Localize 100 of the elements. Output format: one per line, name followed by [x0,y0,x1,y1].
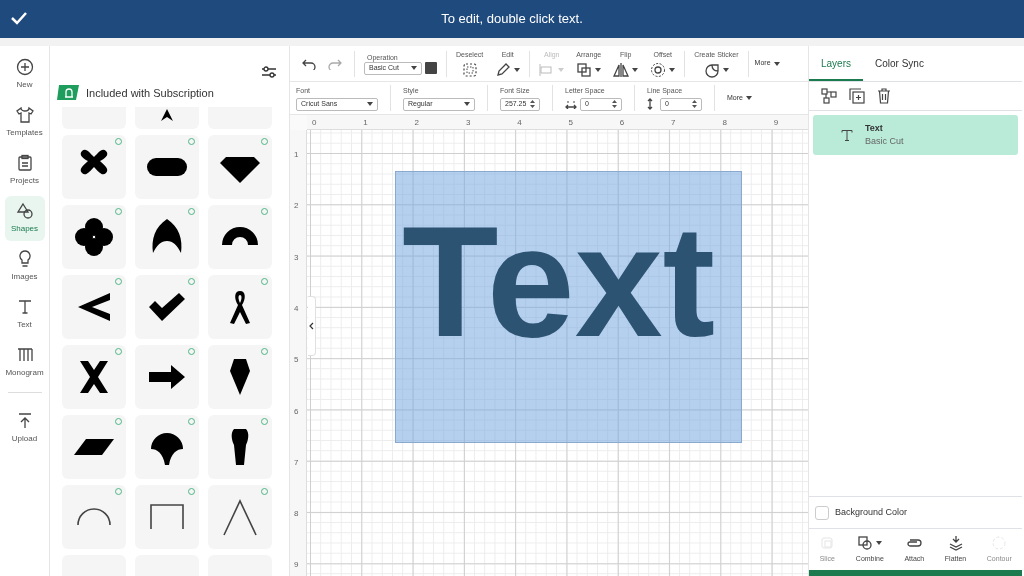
shapes-icon [15,202,34,220]
monogram-icon [15,346,34,364]
subscription-badge-icon [188,487,195,495]
bracket-line-icon [150,503,184,530]
shape-tile[interactable] [208,134,272,199]
shape-tile[interactable] [62,484,126,549]
clipboard-icon [15,154,34,172]
ruler-number: 7 [671,117,676,129]
shape-tile[interactable] [208,414,272,479]
subscription-badge-icon [188,347,195,355]
shape-tile[interactable] [208,484,272,549]
trash-icon[interactable] [877,88,891,104]
shape-tile[interactable] [62,274,126,339]
spinner-arrows-icon [692,100,697,108]
shape-tile[interactable] [62,204,126,269]
shirt-icon [15,106,34,124]
offset-icon [650,61,667,78]
text-selection-box[interactable]: Text [395,171,742,443]
shape-tile[interactable] [135,274,199,339]
nav-item[interactable]: New [4,52,45,97]
subscription-label: Included with Subscription [86,85,214,101]
subscription-badge-icon [115,417,122,425]
caret-icon [411,66,417,70]
layer-item[interactable]: Text Basic Cut [813,115,1018,155]
shape-tile[interactable] [62,414,126,479]
checkbox-label: Background Color [835,505,908,519]
shape-tile[interactable] [208,204,272,269]
panel-tab[interactable]: Color Sync [863,46,936,81]
canvas-text[interactable]: Text [402,202,716,360]
caret-icon [595,67,602,72]
pencil-icon [495,61,512,78]
shape-tile[interactable] [135,484,199,549]
subscription-badge-icon [188,137,195,145]
nav-item[interactable]: Text [4,292,45,337]
caret-icon [876,540,883,545]
ruler-number: 3 [294,251,299,264]
ruler-number: 7 [294,456,299,469]
subscription-badge-icon [261,277,268,285]
nav-item[interactable]: Projects [4,148,45,193]
subscription-badge-icon [115,277,122,285]
layer-operation: Basic Cut [865,135,904,148]
flatten-icon [947,534,964,551]
caret-icon [632,67,639,72]
shape-tile[interactable] [62,344,126,409]
nav-item[interactable]: Monogram [4,340,45,385]
subscription-badge-icon [188,277,195,285]
shape-tile[interactable] [135,344,199,409]
ruler-number: 9 [294,559,299,572]
deselect-icon [461,61,478,78]
peak-shape-icon [161,108,173,121]
combine-icon [857,534,874,551]
caret-icon [669,67,676,72]
shape-tile[interactable] [208,344,272,409]
shape-tile[interactable] [62,134,126,199]
filter-sliders-icon[interactable] [261,65,277,79]
flip-icon [613,61,630,78]
ruler-number: 2 [294,200,299,213]
shape-tile[interactable] [208,274,272,339]
ruler-number: 0 [312,117,317,129]
arc-line-icon [77,507,111,526]
nav-item[interactable]: Images [4,244,45,289]
nav-item[interactable]: Upload [4,406,45,451]
shape-tile[interactable] [135,204,199,269]
ruler-number: 6 [619,117,625,129]
contour-icon [991,534,1008,551]
subscription-badge-icon [261,207,268,215]
subscription-badge-icon [261,347,268,355]
ruler-number: 5 [568,117,573,129]
ruler-number: 3 [465,117,471,129]
caret-icon [558,67,565,72]
checkbox[interactable] [815,505,829,520]
chevron-left-icon [309,322,314,330]
sticker-icon [703,61,720,78]
ruler-number: 6 [294,405,299,418]
ruler-number: 2 [414,117,420,129]
subscription-badge-icon [115,137,122,145]
spinner-arrows-icon [612,100,617,108]
caret-icon [514,67,521,72]
group-icon[interactable] [821,88,837,104]
caret-icon [464,102,470,106]
subscription-badge-icon [115,487,122,495]
subscription-badge-icon [261,417,268,425]
nav-item[interactable]: Templates [4,100,45,145]
caret-icon [722,67,729,72]
ruler-number: 1 [363,117,368,129]
text-t-icon [841,129,853,141]
subscription-badge-icon [115,207,122,215]
color-swatch[interactable] [425,62,437,74]
duplicate-icon[interactable] [849,88,865,104]
shape-tile[interactable] [135,414,199,479]
ruler-number: 1 [294,149,299,161]
undo-icon[interactable] [302,57,316,70]
subscription-badge-icon [188,207,195,215]
shape-tile[interactable] [135,134,199,199]
subscription-badge-icon [261,487,268,495]
panel-tab[interactable]: Layers [809,46,863,81]
layer-name: Text [865,121,884,135]
collapse-handle[interactable] [308,296,316,356]
nav-item[interactable]: Shapes [4,196,45,241]
subscription-badge-icon [261,137,268,145]
